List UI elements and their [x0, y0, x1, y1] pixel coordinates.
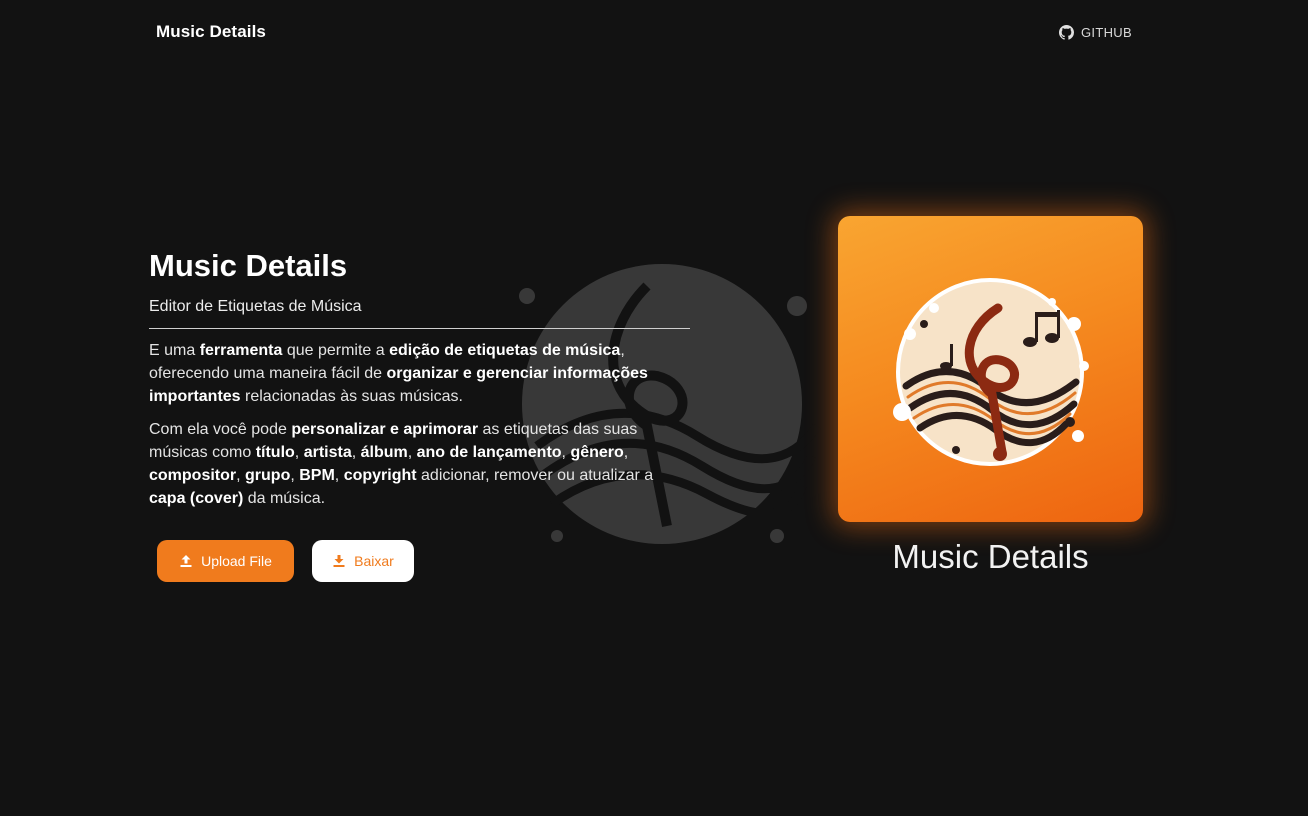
- github-icon: [1059, 25, 1074, 40]
- text-span: ,: [294, 444, 304, 461]
- bold-span: personalizar e aprimorar: [291, 421, 479, 438]
- hero-actions: Upload File Baixar: [157, 540, 414, 582]
- text-span: que permite a: [282, 342, 390, 359]
- description-paragraph-2: Com ela você pode personalizar e aprimor…: [149, 418, 690, 510]
- download-icon: [333, 555, 345, 567]
- navbar-brand[interactable]: Music Details: [156, 22, 266, 42]
- bold-span: compositor: [149, 467, 237, 484]
- hero-title: Music Details: [149, 248, 348, 283]
- hero-divider: [149, 328, 690, 329]
- bold-span: capa (cover): [149, 490, 244, 507]
- bold-span: BPM: [299, 467, 335, 484]
- cover-caption: Music Details: [892, 538, 1089, 575]
- text-span: ,: [236, 467, 246, 484]
- bold-span: grupo: [245, 467, 291, 484]
- hero-section: Music Details Editor de Etiquetas de Mús…: [149, 246, 694, 510]
- text-span: Com ela você pode: [149, 421, 292, 438]
- download-label: Baixar: [354, 553, 394, 569]
- github-label: GITHUB: [1081, 25, 1132, 40]
- text-span: adicionar, remover ou atualizar a: [416, 467, 654, 484]
- bold-span: título: [255, 444, 295, 461]
- bold-span: álbum: [360, 444, 408, 461]
- text-span: da música.: [243, 490, 326, 507]
- bold-span: copyright: [343, 467, 417, 484]
- description-paragraph-1: E uma ferramenta que permite a edição de…: [149, 339, 690, 408]
- treble-clef-icon: [893, 278, 1089, 466]
- text-span: relacionadas às suas músicas.: [240, 388, 463, 405]
- text-span: ,: [290, 467, 300, 484]
- github-link[interactable]: GITHUB: [1059, 25, 1132, 40]
- text-span: E uma: [149, 342, 200, 359]
- album-cover: [838, 216, 1143, 522]
- bold-span: edição de etiquetas de música: [389, 342, 621, 359]
- bold-span: artista: [303, 444, 352, 461]
- text-span: ,: [623, 444, 629, 461]
- bold-span: ferramenta: [199, 342, 283, 359]
- bold-span: gênero: [570, 444, 624, 461]
- text-span: ,: [334, 467, 344, 484]
- upload-icon: [180, 555, 192, 567]
- download-button[interactable]: Baixar: [312, 540, 414, 582]
- upload-file-label: Upload File: [201, 553, 272, 569]
- hero-subtitle: Editor de Etiquetas de Música: [149, 298, 362, 315]
- top-navbar: Music Details GITHUB: [0, 0, 1308, 66]
- text-span: ,: [351, 444, 361, 461]
- bold-span: ano de lançamento: [416, 444, 562, 461]
- text-span: ,: [407, 444, 417, 461]
- upload-file-button[interactable]: Upload File: [157, 540, 294, 582]
